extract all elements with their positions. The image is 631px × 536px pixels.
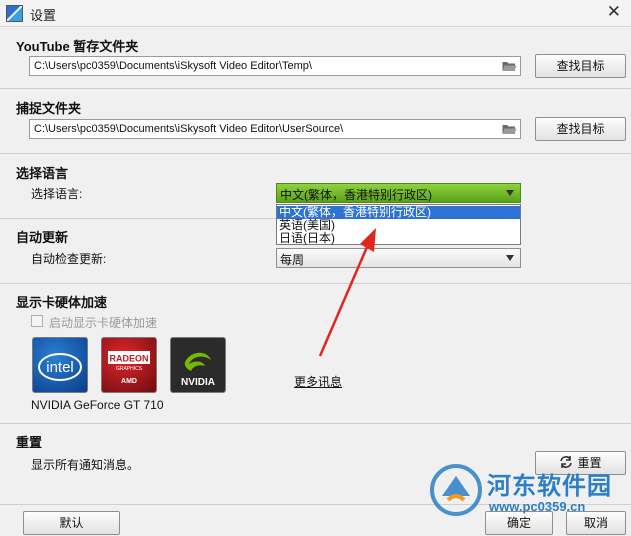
close-icon[interactable]: ✕	[607, 2, 621, 22]
language-section-title: 选择语言	[16, 166, 69, 181]
auto-update-selected-value: 每周	[280, 253, 305, 267]
gpu-section-title: 显示卡硬体加速	[16, 295, 108, 310]
intel-logo-text: intel	[46, 359, 74, 376]
title-bar: 设置 ✕	[0, 0, 631, 27]
capture-section-title: 捕捉文件夹	[16, 101, 82, 116]
amd-logo-brand: AMD	[121, 378, 137, 385]
ok-button[interactable]: 确定	[485, 511, 553, 535]
watermark-logo-icon	[430, 464, 482, 516]
divider	[0, 153, 631, 154]
watermark-title: 河东软件园	[487, 473, 612, 500]
gpu-acceleration-label: 启动显示卡硬体加速	[49, 316, 158, 330]
divider	[0, 88, 631, 89]
language-option[interactable]: 日语(日本)	[277, 232, 520, 245]
divider	[0, 423, 631, 424]
auto-update-select[interactable]: 每周	[276, 248, 521, 268]
amd-logo-subtext: GRAPHICS	[116, 366, 143, 372]
auto-update-section-title: 自动更新	[16, 230, 69, 245]
chevron-down-icon	[506, 190, 514, 196]
default-button[interactable]: 默认	[23, 511, 120, 535]
folder-open-icon[interactable]	[502, 60, 517, 72]
gpu-acceleration-checkbox[interactable]	[31, 315, 43, 327]
chevron-down-icon	[506, 255, 514, 261]
capture-path-field[interactable]: C:\Users\pc0359\Documents\iSkysoft Video…	[29, 119, 521, 139]
more-info-link[interactable]: 更多讯息	[294, 373, 342, 390]
window-title: 设置	[30, 8, 57, 23]
language-label: 选择语言:	[31, 187, 83, 201]
gpu-card-name: NVIDIA GeForce GT 710	[31, 398, 164, 412]
youtube-temp-path-value: C:\Users\pc0359\Documents\iSkysoft Video…	[34, 60, 312, 72]
youtube-temp-path-field[interactable]: C:\Users\pc0359\Documents\iSkysoft Video…	[29, 56, 521, 76]
app-icon	[6, 5, 23, 22]
language-selected-value: 中文(繁体，香港特别行政区)	[280, 188, 432, 202]
youtube-temp-section-title: YouTube 暂存文件夹	[16, 39, 139, 54]
capture-browse-button[interactable]: 查找目标	[535, 117, 626, 141]
watermark-url: www.pc0359.cn	[489, 499, 586, 514]
nvidia-logo: NVIDIA	[170, 337, 226, 393]
amd-logo: RADEON GRAPHICS AMD	[101, 337, 157, 393]
nvidia-logo-text: NVIDIA	[181, 377, 215, 388]
divider	[0, 218, 276, 219]
youtube-temp-browse-button[interactable]: 查找目标	[535, 54, 626, 78]
capture-path-value: C:\Users\pc0359\Documents\iSkysoft Video…	[34, 123, 344, 135]
reset-section-title: 重置	[16, 435, 43, 450]
intel-logo: intel	[32, 337, 88, 393]
amd-logo-text: RADEON	[109, 354, 148, 364]
cancel-button[interactable]: 取消	[566, 511, 626, 535]
auto-update-label: 自动检查更新:	[31, 252, 107, 266]
divider	[0, 283, 631, 284]
reset-description: 显示所有通知消息。	[31, 458, 140, 472]
language-options-list[interactable]: 中文(繁体，香港特别行政区) 英语(美国) 日语(日本)	[276, 204, 521, 245]
language-select[interactable]: 中文(繁体，香港特别行政区)	[276, 183, 521, 203]
folder-open-icon[interactable]	[502, 123, 517, 135]
